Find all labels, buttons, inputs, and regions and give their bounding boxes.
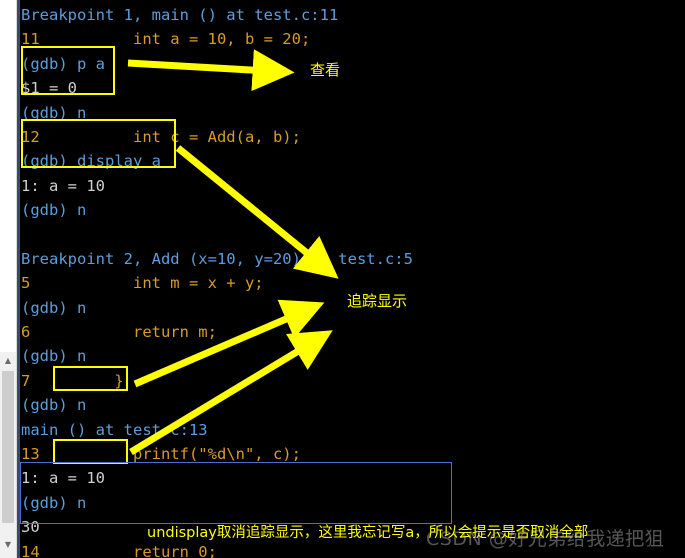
- terminal-output: Breakpoint 1, main () at test.c:11 11 int…: [20, 3, 685, 558]
- terminal-line: 12 int c = Add(a, b);: [21, 127, 301, 146]
- annotation-track-label: 追踪显示: [347, 292, 408, 310]
- terminal-line: (gdb) p a: [21, 54, 105, 73]
- terminal-line: (gdb) display a: [21, 152, 161, 171]
- vertical-scrollbar[interactable]: ▲ ▼: [0, 0, 17, 558]
- terminal-line: (gdb) n: [21, 201, 87, 220]
- scroll-down-arrow-icon[interactable]: ▼: [0, 536, 16, 553]
- terminal-line: (gdb) n: [21, 493, 87, 512]
- terminal-line: Breakpoint 1, main () at test.c:11: [21, 6, 339, 24]
- terminal-line: 11 int a = 10, b = 20;: [21, 30, 311, 49]
- annotation-view-label: 查看: [310, 61, 341, 79]
- terminal-line: (gdb) n: [21, 396, 87, 415]
- scrollbar-track-upper[interactable]: [0, 0, 16, 352]
- terminal-line: $1 = 0: [21, 79, 77, 98]
- terminal-line: Breakpoint 2, Add (x=10, y=20) at test.c…: [21, 249, 413, 268]
- gdb-terminal[interactable]: Breakpoint 1, main () at test.c:11 11 int…: [17, 0, 685, 558]
- terminal-line: (gdb) n: [21, 347, 87, 366]
- terminal-line: 7 }: [21, 371, 124, 390]
- scroll-up-arrow-icon[interactable]: ▲: [0, 352, 16, 369]
- terminal-line: main () at test.c:13: [21, 420, 208, 439]
- terminal-line: 1: a = 10: [21, 176, 105, 195]
- terminal-line: 13 printf("%d\n", c);: [21, 445, 301, 464]
- terminal-line: (gdb) n: [21, 103, 87, 122]
- terminal-line: 6 return m;: [21, 323, 217, 342]
- screenshot-root: ▲ ▼ Breakpoint 1, main () at test.c:11 11…: [0, 0, 685, 558]
- scrollbar-thumb[interactable]: [2, 371, 14, 523]
- terminal-line: 1: a = 10: [21, 469, 105, 488]
- csdn-watermark: CSDN @好兄弟给我递把狙: [426, 528, 665, 550]
